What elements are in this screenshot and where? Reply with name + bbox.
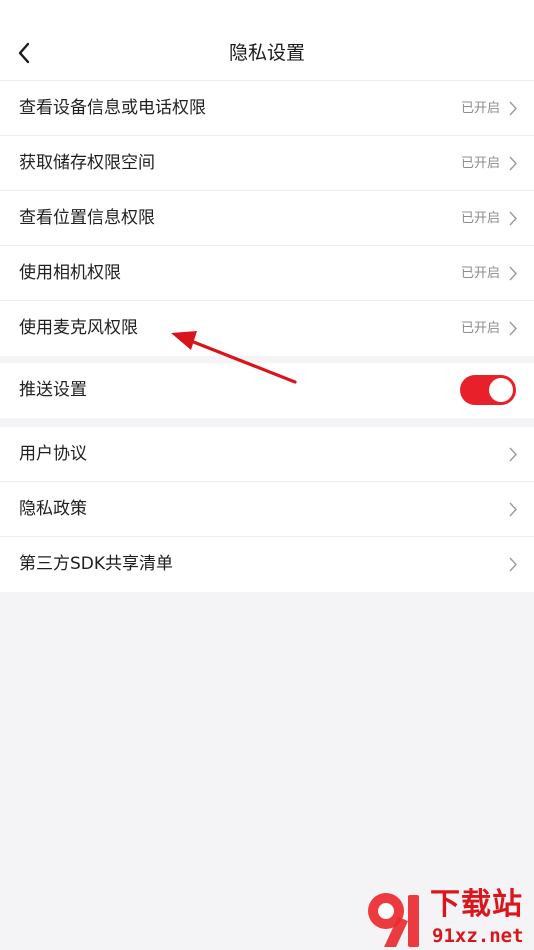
watermark: 下载站 91xz.net bbox=[362, 885, 534, 950]
row-label: 查看设备信息或电话权限 bbox=[19, 98, 206, 118]
page-title: 隐私设置 bbox=[228, 42, 305, 64]
status-text: 已开启 bbox=[460, 321, 500, 336]
permission-row-device[interactable]: 查看设备信息或电话权限 已开启 bbox=[0, 81, 534, 136]
status-text: 已开启 bbox=[460, 101, 500, 116]
chevron-right-icon bbox=[509, 447, 517, 462]
row-label: 获取储存权限空间 bbox=[19, 153, 155, 173]
row-label: 查看位置信息权限 bbox=[19, 208, 155, 228]
chevron-right-icon bbox=[509, 557, 517, 572]
row-label: 第三方SDK共享清单 bbox=[19, 554, 174, 574]
chevron-right-icon bbox=[509, 156, 517, 171]
watermark-brand: 下载站 bbox=[430, 887, 523, 922]
row-label: 使用相机权限 bbox=[19, 263, 121, 283]
brand-logo-icon bbox=[368, 893, 419, 947]
permission-row-camera[interactable]: 使用相机权限 已开启 bbox=[0, 246, 534, 301]
user-agreement-row[interactable]: 用户协议 bbox=[0, 427, 534, 482]
chevron-right-icon bbox=[509, 502, 517, 517]
permission-row-storage[interactable]: 获取储存权限空间 已开启 bbox=[0, 136, 534, 191]
chevron-right-icon bbox=[509, 266, 517, 281]
row-label: 使用麦克风权限 bbox=[19, 318, 138, 338]
status-text: 已开启 bbox=[460, 266, 500, 281]
nav-bar: 隐私设置 bbox=[0, 0, 534, 81]
third-party-sdk-row[interactable]: 第三方SDK共享清单 bbox=[0, 537, 534, 592]
status-text: 已开启 bbox=[460, 156, 500, 171]
row-label: 隐私政策 bbox=[19, 499, 87, 519]
watermark-site: 91xz.net bbox=[432, 925, 524, 947]
status-text: 已开启 bbox=[460, 211, 500, 226]
chevron-right-icon bbox=[509, 321, 517, 336]
links-group: 用户协议 隐私政策 第三方SDK共享清单 bbox=[0, 427, 534, 592]
privacy-policy-row[interactable]: 隐私政策 bbox=[0, 482, 534, 537]
permissions-group: 查看设备信息或电话权限 已开启 获取储存权限空间 已开启 查看位置信息权限 已开… bbox=[0, 81, 534, 356]
toggle-knob bbox=[489, 378, 513, 402]
permission-row-location[interactable]: 查看位置信息权限 已开启 bbox=[0, 191, 534, 246]
row-label: 用户协议 bbox=[19, 444, 87, 464]
push-toggle[interactable] bbox=[460, 375, 516, 405]
chevron-right-icon bbox=[509, 211, 517, 226]
row-label: 推送设置 bbox=[19, 380, 87, 400]
chevron-right-icon bbox=[509, 101, 517, 116]
annotation-arrow-icon bbox=[171, 331, 297, 384]
